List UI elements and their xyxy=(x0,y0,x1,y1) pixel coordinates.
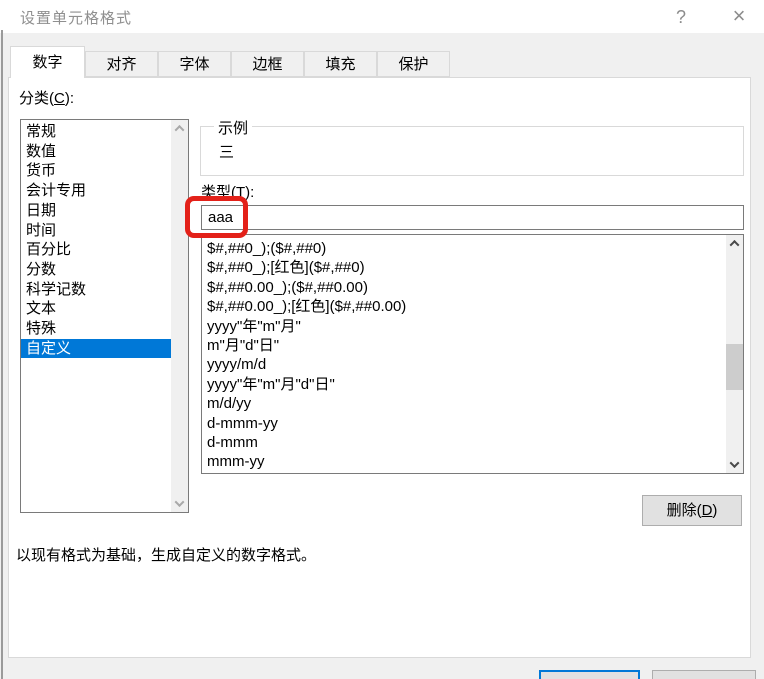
delete-button[interactable]: 删除(D) xyxy=(642,495,742,526)
example-value: 三 xyxy=(219,144,235,161)
format-item[interactable]: yyyy"年"m"月"d"日" xyxy=(202,375,726,394)
category-item[interactable]: 文本 xyxy=(21,299,171,319)
category-item[interactable]: 特殊 xyxy=(21,319,171,339)
scroll-up-icon[interactable] xyxy=(726,235,743,252)
tab-fill[interactable]: 填充 xyxy=(304,51,377,77)
format-item[interactable]: $#,##0_);($#,##0) xyxy=(202,239,726,258)
close-icon[interactable]: × xyxy=(724,2,754,30)
format-item[interactable]: m/d/yy xyxy=(202,394,726,413)
category-listbox[interactable]: 常规 数值 货币 会计专用 日期 时间 百分比 分数 科学记数 文本 特殊 自定… xyxy=(20,119,189,513)
category-item[interactable]: 会计专用 xyxy=(21,181,171,201)
category-items: 常规 数值 货币 会计专用 日期 时间 百分比 分数 科学记数 文本 特殊 自定… xyxy=(21,120,171,359)
type-format-items: $#,##0_);($#,##0) $#,##0_);[红色]($#,##0) … xyxy=(202,235,726,472)
tab-protection[interactable]: 保护 xyxy=(377,51,450,77)
dialog-titlebar: 设置单元格格式 ? × xyxy=(0,0,764,33)
format-item[interactable]: m"月"d"日" xyxy=(202,336,726,355)
scroll-down-icon[interactable] xyxy=(171,495,188,512)
category-scrollbar[interactable] xyxy=(171,120,188,512)
format-item[interactable]: d-mmm-yy xyxy=(202,414,726,433)
format-item[interactable]: $#,##0_);[红色]($#,##0) xyxy=(202,258,726,277)
hint-text: 以现有格式为基础，生成自定义的数字格式。 xyxy=(16,547,317,564)
number-tab-page: 分类(C): 常规 数值 货币 会计专用 日期 时间 百分比 分数 科学记数 文… xyxy=(8,77,751,658)
category-item[interactable]: 百分比 xyxy=(21,240,171,260)
ok-button[interactable] xyxy=(539,670,640,679)
tab-alignment[interactable]: 对齐 xyxy=(85,51,158,77)
scroll-up-icon[interactable] xyxy=(171,120,188,137)
window-edge-artifact xyxy=(1,30,3,679)
tab-number[interactable]: 数字 xyxy=(10,46,85,78)
category-label: 分类(C): xyxy=(19,90,75,107)
tab-border[interactable]: 边框 xyxy=(231,51,304,77)
category-item[interactable]: 时间 xyxy=(21,221,171,241)
dialog-title: 设置单元格格式 xyxy=(20,10,133,27)
category-item-selected[interactable]: 自定义 xyxy=(21,338,171,359)
scroll-down-icon[interactable] xyxy=(726,456,743,473)
tab-font[interactable]: 字体 xyxy=(158,51,231,77)
format-item[interactable]: d-mmm xyxy=(202,433,726,452)
help-icon[interactable]: ? xyxy=(668,4,694,30)
type-label: 类型(T): xyxy=(201,184,255,201)
type-list-scrollbar[interactable] xyxy=(726,235,743,473)
format-item[interactable]: $#,##0.00_);[红色]($#,##0.00) xyxy=(202,297,726,316)
type-format-listbox[interactable]: $#,##0_);($#,##0) $#,##0_);[红色]($#,##0) … xyxy=(201,234,744,474)
scrollbar-thumb[interactable] xyxy=(726,344,743,390)
category-item[interactable]: 常规 xyxy=(21,122,171,142)
type-input[interactable] xyxy=(201,205,744,230)
format-item[interactable]: yyyy/m/d xyxy=(202,355,726,374)
cancel-button[interactable] xyxy=(652,670,756,679)
format-item[interactable]: $#,##0.00_);($#,##0.00) xyxy=(202,278,726,297)
category-item[interactable]: 分数 xyxy=(21,260,171,280)
example-groupbox: 示例 三 xyxy=(200,117,744,176)
format-item[interactable]: mmm-yy xyxy=(202,452,726,471)
category-item[interactable]: 货币 xyxy=(21,161,171,181)
example-group-label: 示例 xyxy=(214,117,253,138)
format-item[interactable]: yyyy"年"m"月" xyxy=(202,317,726,336)
category-item[interactable]: 数值 xyxy=(21,142,171,162)
category-item[interactable]: 科学记数 xyxy=(21,280,171,300)
format-cells-dialog: 设置单元格格式 ? × 数字 对齐 字体 边框 填充 保护 分类(C): 常规 … xyxy=(0,0,764,679)
category-item[interactable]: 日期 xyxy=(21,201,171,221)
